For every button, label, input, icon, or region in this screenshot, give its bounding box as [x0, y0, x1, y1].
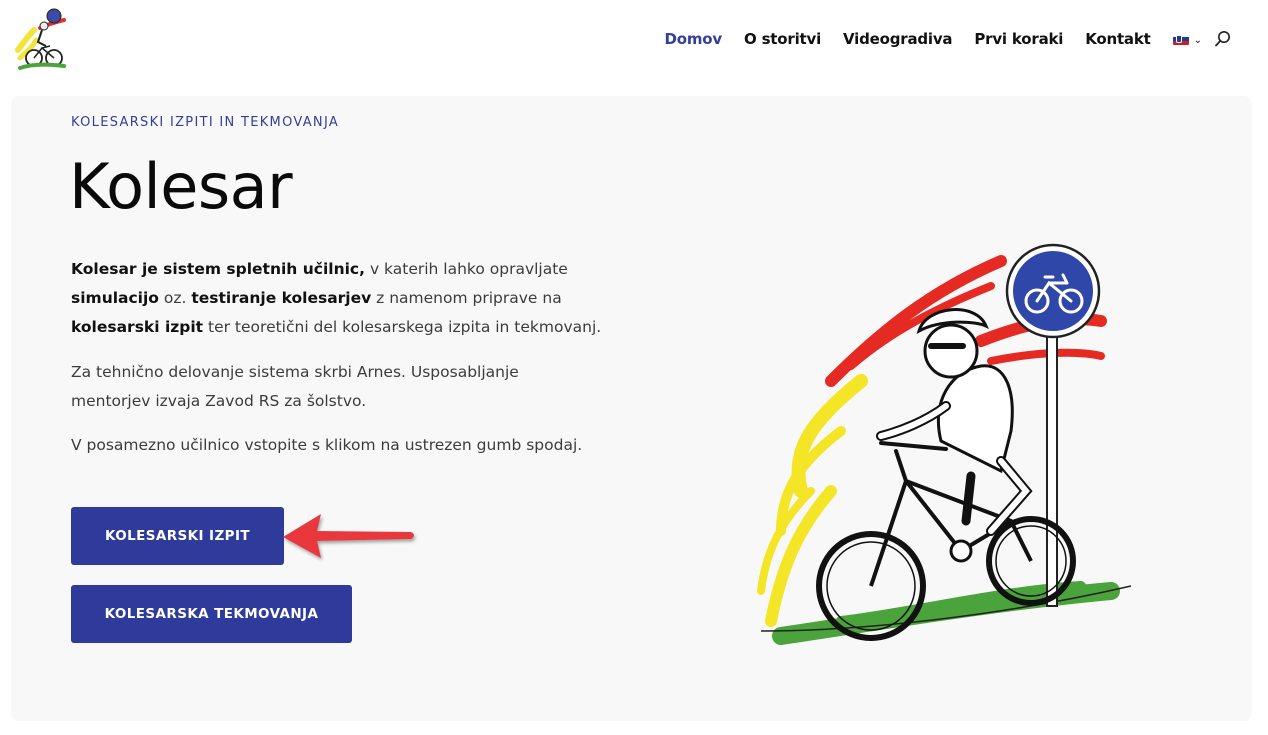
- arnes-paragraph: Za tehnično delovanje sistema skrbi Arne…: [71, 363, 519, 410]
- annotation-arrow-icon: [283, 514, 414, 558]
- instructions-paragraph: V posamezno učilnico vstopite s klikom n…: [71, 436, 583, 454]
- search-icon[interactable]: [1214, 30, 1232, 48]
- nav-item-o-storitvi[interactable]: O storitvi: [744, 30, 821, 48]
- hero-section: KOLESARSKI IZPITI IN TEKMOVANJA Kolesar …: [11, 96, 1252, 721]
- cyclist-illustration: [757, 243, 1132, 645]
- nav-item-videogradiva[interactable]: Videogradiva: [843, 30, 953, 48]
- nav-item-domov[interactable]: Domov: [665, 30, 723, 48]
- intro-text-4: ter teoretični del kolesarskega izpita i…: [203, 318, 602, 336]
- kolesarska-tekmovanja-button[interactable]: KOLESARSKA TEKMOVANJA: [71, 585, 352, 643]
- intro-bold-4: kolesarski izpit: [71, 318, 204, 336]
- intro-paragraph: Kolesar je sistem spletnih učilnic, v ka…: [71, 255, 611, 342]
- site-header: Domov O storitvi Videogradiva Prvi korak…: [0, 0, 1268, 82]
- intro-bold-3: testiranje kolesarjev: [191, 289, 372, 307]
- intro-bold-1: Kolesar je sistem spletnih učilnic,: [71, 260, 366, 278]
- nav-item-prvi-koraki[interactable]: Prvi koraki: [974, 30, 1063, 48]
- slovenian-flag-icon: [1172, 33, 1189, 45]
- intro-text-1: v katerih lahko opravljate: [365, 260, 568, 278]
- intro-text-2: oz.: [158, 289, 192, 307]
- intro-text-3: z namenom priprave na: [371, 289, 562, 307]
- site-logo[interactable]: [14, 6, 66, 72]
- hero-eyebrow: KOLESARSKI IZPITI IN TEKMOVANJA: [71, 115, 340, 130]
- nav-item-kontakt[interactable]: Kontakt: [1085, 30, 1151, 48]
- main-navigation: Domov O storitvi Videogradiva Prvi korak…: [665, 28, 1232, 50]
- chevron-down-icon: ⌄: [1193, 34, 1202, 46]
- page-title: Kolesar: [69, 150, 293, 223]
- intro-bold-2: simulacijo: [71, 289, 159, 307]
- kolesarski-izpit-button[interactable]: KOLESARSKI IZPIT: [71, 507, 284, 565]
- language-switcher[interactable]: ⌄: [1172, 33, 1202, 46]
